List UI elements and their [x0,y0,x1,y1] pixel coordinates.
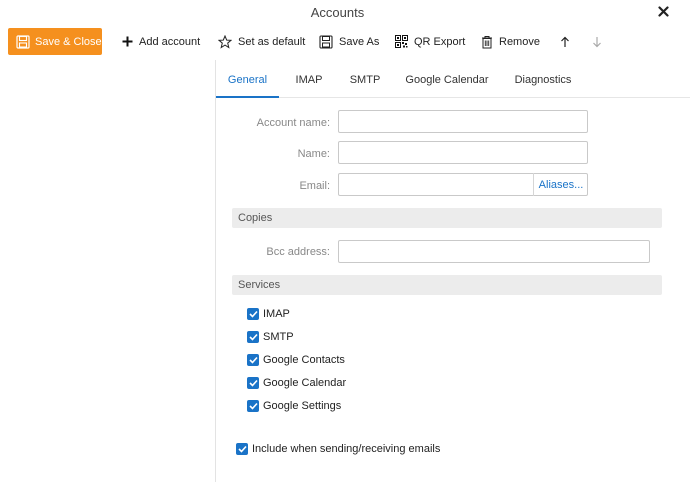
service-google-settings-checkbox[interactable]: Google Settings [247,400,341,412]
checkbox-checked-icon [247,308,259,320]
set-default-button[interactable]: Set as default [218,28,305,55]
arrow-up-icon [561,36,569,47]
copies-section-header: Copies [232,208,662,228]
tab-smtp[interactable]: SMTP [346,60,384,98]
close-icon [657,5,669,17]
account-name-label: Account name: [256,117,330,129]
qr-code-icon [395,35,408,48]
save-close-button[interactable]: Save & Close [8,28,102,55]
save-as-button[interactable]: Save As [319,28,379,55]
set-default-label: Set as default [238,35,306,48]
tab-google-calendar[interactable]: Google Calendar [404,60,490,98]
save-as-label: Save As [339,35,380,48]
remove-label: Remove [499,35,540,48]
star-icon [218,34,232,49]
service-google-calendar-label: Google Calendar [263,377,347,389]
service-imap-checkbox[interactable]: IMAP [247,308,290,320]
save-close-label: Save & Close [35,35,102,48]
aliases-button[interactable]: Aliases... [533,173,588,196]
save-icon [16,34,30,49]
service-smtp-checkbox[interactable]: SMTP [247,331,294,343]
title-bar: Accounts [0,0,690,24]
service-google-contacts-label: Google Contacts [263,354,345,366]
service-google-contacts-checkbox[interactable]: Google Contacts [247,354,345,366]
tab-bar: General IMAP SMTP Google Calendar Diagno… [216,60,690,98]
checkbox-checked-icon [247,377,259,389]
include-send-receive-label: Include when sending/receiving emails [252,443,441,455]
qr-export-label: QR Export [414,35,466,48]
service-smtp-label: SMTP [263,331,294,343]
tab-diagnostics[interactable]: Diagnostics [512,60,574,98]
plus-icon [122,36,133,47]
bcc-address-label: Bcc address: [266,246,330,258]
service-imap-label: IMAP [263,308,290,320]
move-down-button[interactable] [592,28,602,55]
move-up-button[interactable] [560,28,570,55]
checkbox-checked-icon [247,331,259,343]
service-google-settings-label: Google Settings [263,400,342,412]
checkbox-checked-icon [236,443,248,455]
service-google-calendar-checkbox[interactable]: Google Calendar [247,377,346,389]
floppy-icon [319,34,333,49]
email-label: Email: [299,180,330,192]
checkbox-checked-icon [247,400,259,412]
window-title: Accounts [310,5,365,20]
tab-imap[interactable]: IMAP [291,60,327,98]
qr-export-button[interactable]: QR Export [395,28,465,55]
bcc-address-input[interactable] [338,240,650,263]
account-name-input[interactable] [338,110,588,133]
remove-button[interactable]: Remove [481,28,540,55]
checkbox-checked-icon [247,354,259,366]
account-list[interactable] [0,60,216,482]
services-section-header: Services [232,275,662,295]
trash-icon [482,35,492,48]
include-send-receive-checkbox[interactable]: Include when sending/receiving emails [236,443,440,455]
add-account-label: Add account [139,35,201,48]
toolbar: Save & Close Add account Set as default … [0,28,690,56]
name-input[interactable] [338,141,588,164]
add-account-button[interactable]: Add account [122,28,200,55]
name-label: Name: [297,148,330,160]
tab-general[interactable]: General [216,60,279,98]
close-button[interactable] [653,2,673,20]
arrow-down-icon [593,36,601,47]
